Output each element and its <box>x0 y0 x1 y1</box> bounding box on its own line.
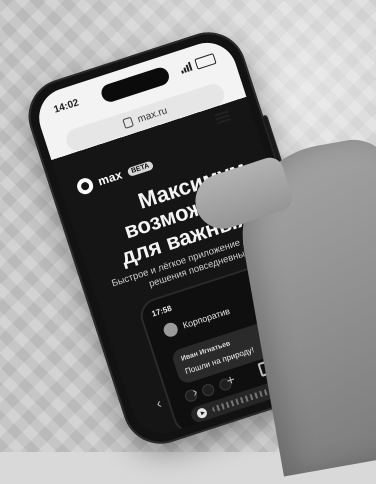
play-icon <box>195 406 209 420</box>
app-preview-time: 17:58 <box>150 303 173 319</box>
chat-avatar <box>161 320 180 339</box>
forward-icon[interactable]: › <box>183 380 206 403</box>
brand-name: max <box>96 167 125 189</box>
hamburger-menu-icon[interactable] <box>214 110 231 125</box>
new-tab-icon[interactable]: + <box>219 368 242 391</box>
browser-url: max.ru <box>136 104 169 125</box>
status-icons <box>179 52 217 75</box>
chat-title: Корпоратив <box>181 305 232 331</box>
status-time: 14:02 <box>52 96 81 116</box>
beta-badge: BETA <box>126 159 155 177</box>
back-icon[interactable]: ‹ <box>147 392 170 415</box>
lock-icon <box>122 116 134 130</box>
battery-icon <box>194 52 217 70</box>
cellular-signal-icon <box>179 61 193 74</box>
brand-mark-icon <box>75 176 96 197</box>
